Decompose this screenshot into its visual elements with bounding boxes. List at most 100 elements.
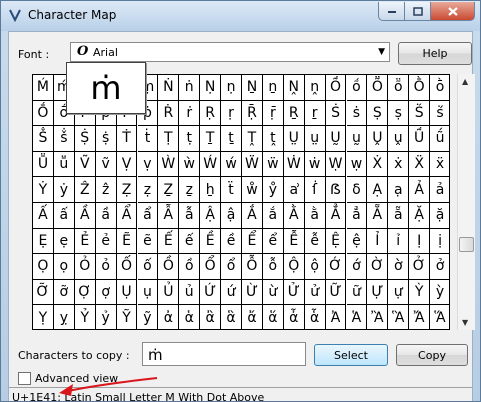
character-cell[interactable]: ằ <box>304 203 326 229</box>
character-cell[interactable]: ἆ <box>284 305 305 329</box>
character-cell[interactable]: ễ <box>304 228 326 255</box>
character-cell[interactable]: Ṣ <box>367 100 389 127</box>
character-cell[interactable]: ự <box>388 279 410 306</box>
character-cell[interactable]: Ṇ <box>200 75 222 101</box>
character-cell[interactable]: ử <box>304 279 326 306</box>
character-cell[interactable]: Ỷ <box>75 305 96 329</box>
character-cell[interactable]: ẟ <box>346 177 368 203</box>
character-cell[interactable]: ἂ <box>200 305 222 329</box>
character-cell[interactable]: ầ <box>95 203 117 229</box>
character-cell[interactable]: Ẩ <box>116 203 138 229</box>
character-cell[interactable]: ẓ <box>137 177 159 203</box>
character-cell[interactable]: ṭ <box>179 126 201 152</box>
character-cell[interactable]: ẏ <box>53 177 75 203</box>
character-cell[interactable]: Ṷ <box>367 126 389 152</box>
character-cell[interactable]: Ẏ <box>33 177 54 203</box>
character-cell[interactable]: Ỵ <box>33 305 54 329</box>
character-cell[interactable]: Ṝ <box>242 100 263 127</box>
character-cell[interactable]: Ḿ <box>33 75 54 101</box>
character-cell[interactable]: ẃ <box>221 151 242 178</box>
character-cell[interactable]: ẇ <box>304 151 326 178</box>
character-cell[interactable]: Ṏ <box>367 75 389 101</box>
character-cell[interactable]: ẕ <box>179 177 201 203</box>
character-cell[interactable]: ỵ <box>54 305 75 329</box>
character-cell[interactable]: Ṿ <box>116 151 138 178</box>
character-cell[interactable]: Ṧ <box>33 126 54 152</box>
character-cell[interactable]: ớ <box>346 254 368 280</box>
character-cell[interactable]: Ἂ <box>367 305 389 329</box>
character-cell[interactable]: Ṱ <box>242 126 263 152</box>
character-cell[interactable]: Ἄ <box>409 305 431 329</box>
character-cell[interactable]: ỏ <box>95 254 117 280</box>
character-cell[interactable]: ề <box>221 228 242 255</box>
character-cell[interactable]: ộ <box>304 254 326 280</box>
character-cell[interactable]: Ẑ <box>74 177 96 203</box>
character-cell[interactable]: Ổ <box>200 254 222 280</box>
character-cell[interactable]: ấ <box>53 203 75 229</box>
character-cell[interactable]: ỹ <box>138 305 159 329</box>
character-cell[interactable]: Ṳ <box>283 126 305 152</box>
character-cell[interactable]: ở <box>430 254 449 280</box>
character-cell[interactable]: ổ <box>221 254 242 280</box>
character-cell[interactable]: Ẕ <box>158 177 180 203</box>
character-cell[interactable]: ṷ <box>388 126 410 152</box>
character-cell[interactable]: Ữ <box>325 279 347 306</box>
character-cell[interactable]: Ề <box>200 228 222 255</box>
character-cell[interactable]: Ṫ <box>116 126 138 152</box>
character-cell[interactable]: ẙ <box>262 177 284 203</box>
character-cell[interactable]: Ớ <box>325 254 347 280</box>
character-cell[interactable]: ợ <box>95 279 117 306</box>
character-cell[interactable]: Ự <box>367 279 389 306</box>
character-cell[interactable]: ẹ <box>53 228 75 255</box>
character-cell[interactable]: ẻ <box>95 228 117 255</box>
character-cell[interactable]: ἄ <box>242 305 263 329</box>
close-button[interactable] <box>431 2 475 21</box>
character-cell[interactable]: Ọ <box>33 254 54 280</box>
character-cell[interactable]: Ẃ <box>200 151 222 178</box>
character-cell[interactable]: Ạ <box>367 177 389 203</box>
character-cell[interactable]: ṡ <box>346 100 368 127</box>
character-cell[interactable]: ị <box>430 229 449 255</box>
character-cell[interactable]: ἃ <box>221 305 242 329</box>
character-cell[interactable]: Ṙ <box>158 100 180 127</box>
character-cell[interactable]: Ắ <box>242 203 263 229</box>
character-cell[interactable]: Ở <box>409 254 431 280</box>
character-cell[interactable]: ἀ <box>158 305 180 329</box>
character-cell[interactable]: Ṉ <box>242 75 263 101</box>
character-cell[interactable]: ủ <box>179 279 201 306</box>
character-cell[interactable]: ỳ <box>430 280 449 306</box>
character-cell[interactable]: Ṯ <box>200 126 222 152</box>
scroll-up-arrow-icon[interactable]: ▲ <box>462 77 468 86</box>
character-cell[interactable]: Ṭ <box>158 126 180 152</box>
character-cell[interactable]: Ể <box>242 228 263 255</box>
character-cell[interactable]: ẫ <box>179 203 201 229</box>
character-cell[interactable]: ẅ <box>262 151 284 178</box>
character-cell[interactable]: Ễ <box>283 228 305 255</box>
character-cell[interactable]: ẉ <box>346 151 368 178</box>
character-cell[interactable]: ṋ <box>304 75 326 101</box>
character-cell[interactable]: ỷ <box>96 305 117 329</box>
character-cell[interactable]: ẗ <box>221 177 242 203</box>
character-cell[interactable]: ẩ <box>137 203 159 229</box>
character-cell[interactable]: ṛ <box>221 100 242 127</box>
character-cell[interactable]: Ỡ <box>33 279 54 306</box>
character-cell[interactable]: ẑ <box>95 177 117 203</box>
character-cell[interactable]: Ậ <box>200 203 222 229</box>
character-cell[interactable]: Ử <box>283 279 305 306</box>
font-dropdown[interactable]: O Arial ▼ <box>70 42 390 62</box>
character-cell[interactable]: Ằ <box>283 203 305 229</box>
character-cell[interactable]: ọ <box>53 254 75 280</box>
character-cell[interactable]: ữ <box>346 279 368 306</box>
character-cell[interactable]: ṣ <box>388 100 410 127</box>
character-cell[interactable]: Ṅ <box>158 75 180 101</box>
character-cell[interactable]: ẍ <box>430 152 449 178</box>
character-cell[interactable]: ṅ <box>179 75 201 101</box>
checkbox-box[interactable] <box>18 372 31 385</box>
character-cell[interactable]: Ẅ <box>242 151 263 178</box>
character-cell[interactable]: Ἃ <box>388 305 410 329</box>
character-cell[interactable]: ἅ <box>263 305 284 329</box>
character-cell[interactable]: Ẍ <box>409 151 431 178</box>
character-cell[interactable]: Ṡ <box>325 100 347 127</box>
character-cell[interactable]: Ṩ <box>74 126 96 152</box>
character-cell[interactable]: ἁ <box>179 305 201 329</box>
